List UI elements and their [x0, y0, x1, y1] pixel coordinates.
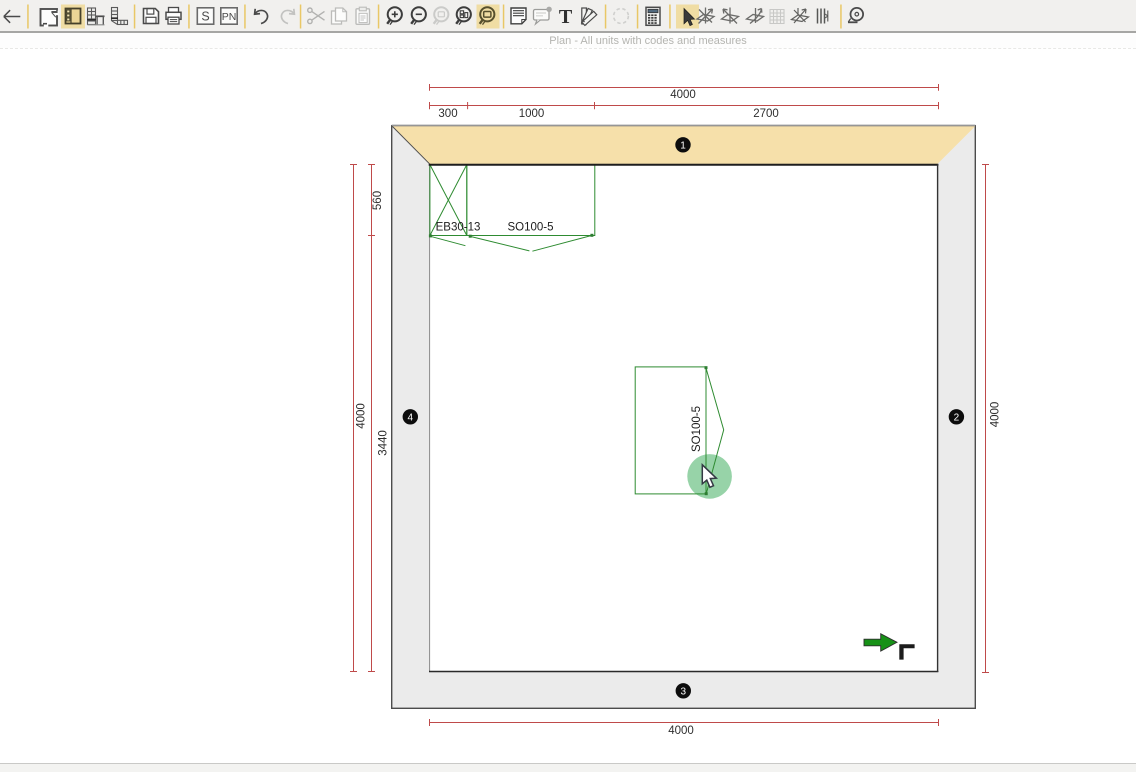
svg-text:SO100-5: SO100-5	[691, 406, 703, 452]
svg-text:EB30-13: EB30-13	[436, 222, 481, 234]
svg-text:1: 1	[680, 141, 686, 152]
svg-text:4000: 4000	[668, 725, 694, 737]
svg-text:2700: 2700	[753, 108, 779, 120]
svg-text:SO100-5: SO100-5	[507, 222, 553, 234]
svg-text:300: 300	[438, 108, 457, 120]
svg-text:4000: 4000	[990, 402, 1002, 428]
svg-text:4000: 4000	[670, 89, 696, 101]
svg-text:4: 4	[408, 413, 414, 424]
svg-text:3: 3	[681, 687, 687, 698]
svg-text:4000: 4000	[356, 403, 368, 429]
svg-text:3440: 3440	[378, 430, 390, 456]
svg-text:2: 2	[954, 413, 960, 424]
svg-text:560: 560	[372, 191, 384, 210]
svg-text:1000: 1000	[519, 108, 545, 120]
